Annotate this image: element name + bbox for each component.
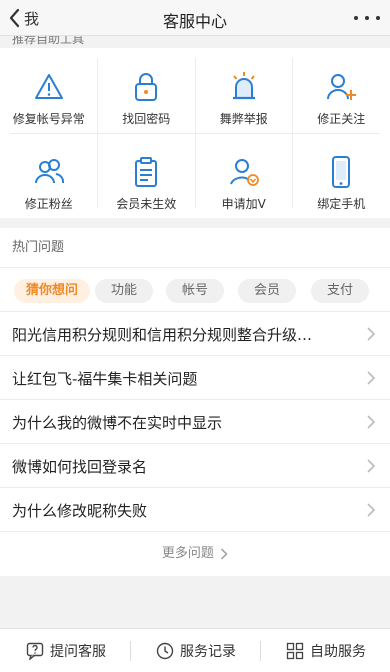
- question-bubble-icon: [26, 642, 44, 660]
- more-questions-label: 更多问题: [161, 546, 214, 561]
- tool-label: 会员未生效: [116, 197, 177, 211]
- verified-user-icon: [229, 159, 259, 186]
- grid-icon: [286, 642, 304, 660]
- tool-label: 找回密码: [122, 112, 171, 126]
- service-records-button[interactable]: 服务记录: [156, 629, 236, 672]
- siren-icon: [232, 72, 255, 100]
- question-row[interactable]: 阳光信用积分规则和信用积分规则整合升级…: [0, 312, 390, 356]
- question-text: 为什么修改昵称失败: [12, 502, 148, 520]
- users-icon: [34, 159, 64, 184]
- tool-recover-password[interactable]: 找回密码: [98, 48, 196, 133]
- tab-membership[interactable]: 会员: [238, 279, 296, 303]
- self-service-grid: 修复帐号异常 找回密码 舞弊举报 修正关注 修正粉丝 会员未生效 申请加V 绑定…: [0, 48, 390, 218]
- phone-icon: [332, 156, 351, 188]
- question-row[interactable]: 为什么我的微博不在实时中显示: [0, 400, 390, 444]
- tool-label: 申请加V: [221, 197, 266, 211]
- service-records-label: 服务记录: [180, 644, 236, 660]
- toolbar-divider: [260, 641, 261, 661]
- tool-label: 修复帐号异常: [12, 112, 85, 126]
- tool-label: 修正关注: [317, 112, 366, 126]
- question-category-tabs: 猜你想问 功能 帐号 会员 支付: [0, 268, 390, 312]
- tool-report-fraud[interactable]: 舞弊举报: [195, 48, 293, 133]
- add-user-icon: [327, 74, 357, 100]
- warning-icon: [34, 74, 63, 99]
- toolbar-divider: [130, 641, 131, 661]
- tool-label: 绑定手机: [317, 197, 366, 211]
- question-text: 让红包飞-福牛集卡相关问题: [12, 370, 198, 388]
- self-service-heading: 推荐自助工具: [0, 36, 390, 48]
- lock-icon: [135, 73, 158, 101]
- grid-divider: [10, 133, 380, 134]
- question-row[interactable]: 让红包飞-福牛集卡相关问题: [0, 356, 390, 400]
- clock-icon: [156, 642, 174, 660]
- clipboard-icon: [135, 157, 158, 187]
- tool-fix-account[interactable]: 修复帐号异常: [0, 48, 98, 133]
- question-text: 微博如何找回登录名: [12, 458, 148, 476]
- question-text: 阳光信用积分规则和信用积分规则整合升级…: [12, 326, 313, 344]
- tool-fix-follow[interactable]: 修正关注: [293, 48, 390, 133]
- page-title: 客服中心: [162, 12, 227, 31]
- tool-label: 修正粉丝: [24, 197, 73, 211]
- self-service-button[interactable]: 自助服务: [286, 629, 366, 672]
- hot-questions-heading: 热门问题: [0, 228, 390, 268]
- chevron-right-icon: [367, 415, 376, 429]
- chevron-right-icon: [367, 503, 376, 517]
- chevron-right-icon: [367, 327, 376, 341]
- tool-fix-fans[interactable]: 修正粉丝: [0, 133, 98, 218]
- question-row[interactable]: 微博如何找回登录名: [0, 444, 390, 488]
- tab-account[interactable]: 帐号: [166, 279, 224, 303]
- chevron-right-icon: [367, 459, 376, 473]
- more-menu-button[interactable]: [354, 9, 380, 27]
- more-questions-link[interactable]: 更多问题: [0, 532, 390, 576]
- tool-bind-phone[interactable]: 绑定手机: [293, 133, 390, 218]
- bottom-toolbar: 提问客服 服务记录 自助服务: [0, 628, 390, 672]
- tool-membership-inactive[interactable]: 会员未生效: [98, 133, 196, 218]
- question-text: 为什么我的微博不在实时中显示: [12, 414, 223, 432]
- chevron-right-icon: [367, 371, 376, 385]
- self-service-label: 自助服务: [310, 644, 366, 660]
- chevron-right-icon: [221, 548, 228, 559]
- tab-payment[interactable]: 支付: [311, 279, 369, 303]
- tool-label: 舞弊举报: [219, 112, 268, 126]
- question-row[interactable]: 为什么修改昵称失败: [0, 488, 390, 532]
- tool-apply-verified[interactable]: 申请加V: [195, 133, 293, 218]
- ask-support-label: 提问客服: [50, 644, 106, 660]
- tab-features[interactable]: 功能: [95, 279, 153, 303]
- tab-guess[interactable]: 猜你想问: [14, 279, 90, 303]
- navigation-bar: 我 客服中心: [0, 0, 390, 36]
- ask-support-button[interactable]: 提问客服: [26, 629, 106, 672]
